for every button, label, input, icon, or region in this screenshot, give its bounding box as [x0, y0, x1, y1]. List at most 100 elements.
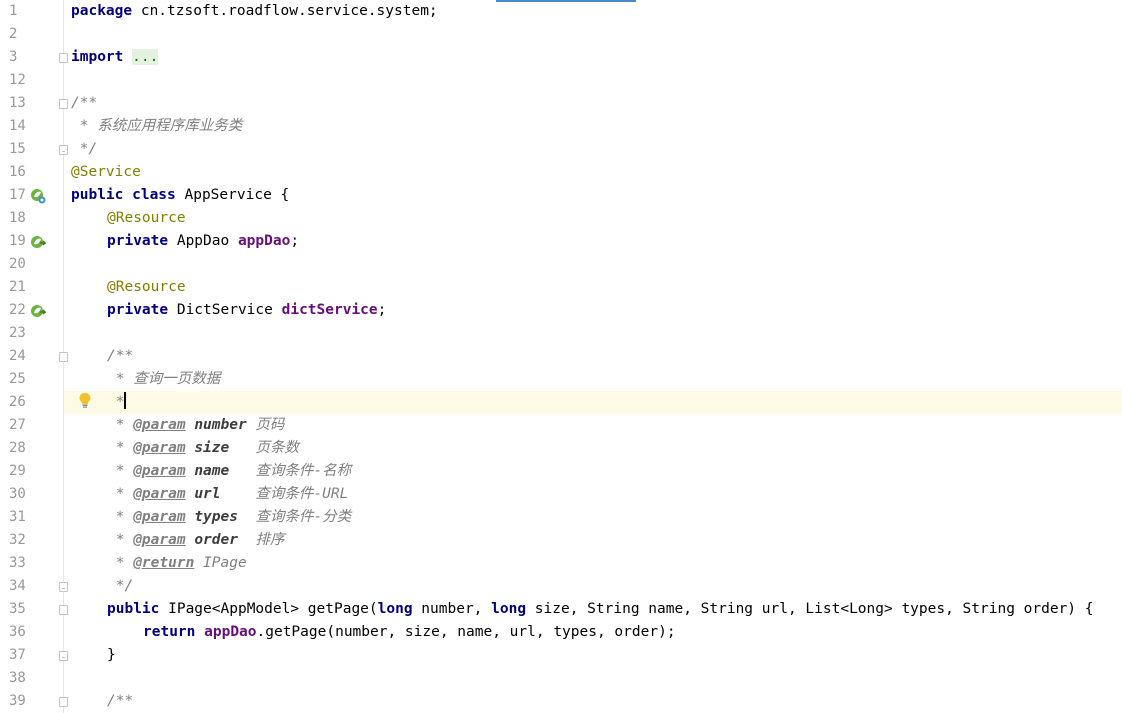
code-line[interactable]: private DictService dictService;: [107, 299, 386, 322]
param-name: types: [185, 509, 238, 525]
param-desc: 页条数: [229, 440, 299, 456]
param-name: url: [185, 486, 221, 502]
line-number: 37: [9, 647, 26, 663]
code-line[interactable]: */: [107, 575, 133, 598]
doc-tag: @param: [133, 440, 186, 456]
param-desc: 查询条件-名称: [229, 463, 352, 479]
line-number: 14: [9, 118, 26, 134]
line-number: 16: [9, 164, 26, 180]
keyword: public: [107, 601, 160, 617]
line-number: 1: [9, 3, 18, 19]
editor-gutter[interactable]: 1 2 3 12 13 14 15 16 17 18 19 20 21 22 2…: [0, 0, 68, 713]
doc-star: *: [107, 555, 134, 571]
keyword: public class: [71, 187, 176, 203]
code-editor[interactable]: 1 2 3 12 13 14 15 16 17 18 19 20 21 22 2…: [0, 0, 1122, 713]
line-number: 27: [9, 417, 26, 433]
semicolon: ;: [377, 302, 387, 318]
code-line[interactable]: package cn.tzsoft.roadflow.service.syste…: [71, 0, 438, 23]
code-line[interactable]: @Service: [71, 161, 141, 184]
line-number: 23: [9, 325, 26, 341]
code-line[interactable]: *: [107, 391, 127, 414]
method-signature: number,: [412, 601, 492, 617]
line-number: 35: [9, 601, 26, 617]
doc-star: *: [107, 417, 134, 433]
line-number: 29: [9, 463, 26, 479]
field-name: appDao: [204, 624, 257, 640]
code-line[interactable]: * @param number 页码: [107, 414, 285, 437]
code-line[interactable]: /**: [107, 690, 133, 713]
code-line[interactable]: public class AppService {: [71, 184, 289, 207]
code-line[interactable]: * @param name 查询条件-名称: [107, 460, 351, 483]
field-name: dictService: [281, 302, 378, 318]
line-number: 36: [9, 624, 26, 640]
code-line[interactable]: /**: [107, 345, 133, 368]
line-number: 26: [9, 394, 26, 410]
param-name: name: [185, 463, 230, 479]
type-name: AppDao: [168, 233, 238, 249]
keyword: private: [107, 302, 169, 318]
line-number: 24: [9, 348, 26, 364]
doc-tag: @param: [133, 417, 186, 433]
code-line[interactable]: * @param types 查询条件-分类: [107, 506, 351, 529]
doc-tag: @param: [133, 486, 186, 502]
line-number: 25: [9, 371, 26, 387]
line-number: 13: [9, 95, 26, 111]
line-number: 20: [9, 256, 26, 272]
line-number: 21: [9, 279, 26, 295]
spring-injection-icon[interactable]: [30, 234, 46, 250]
line-number: 34: [9, 578, 26, 594]
param-desc: 查询条件-URL: [220, 486, 349, 502]
keyword: long: [491, 601, 527, 617]
semicolon: ;: [290, 233, 300, 249]
code-line[interactable]: public IPage<AppModel> getPage(long numb…: [107, 598, 1094, 621]
line-number: 2: [9, 26, 18, 42]
code-line[interactable]: */: [71, 138, 97, 161]
type-name: DictService: [168, 302, 282, 318]
code-line[interactable]: /**: [71, 92, 97, 115]
code-line[interactable]: private AppDao appDao;: [107, 230, 299, 253]
class-name: AppService {: [175, 187, 290, 203]
code-line[interactable]: * 系统应用程序库业务类: [71, 115, 242, 138]
spring-injection-icon[interactable]: [30, 303, 46, 319]
code-line[interactable]: import ...: [71, 46, 159, 69]
doc-star: *: [107, 440, 134, 456]
package-name: cn.tzsoft.roadflow.service.system;: [132, 3, 438, 19]
code-area[interactable]: package cn.tzsoft.roadflow.service.syste…: [64, 0, 1122, 713]
doc-star: *: [107, 463, 134, 479]
code-line[interactable]: * 查询一页数据: [107, 368, 220, 391]
return-desc: IPage: [194, 555, 247, 571]
folded-imports[interactable]: ...: [132, 49, 159, 65]
line-number: 38: [9, 670, 26, 686]
keyword: return: [143, 624, 196, 640]
line-number: 30: [9, 486, 26, 502]
code-line[interactable]: @Resource: [107, 207, 186, 230]
keyword: package: [71, 3, 133, 19]
line-number: 32: [9, 532, 26, 548]
code-line[interactable]: * @return IPage: [107, 552, 247, 575]
code-line[interactable]: return appDao.getPage(number, size, name…: [143, 621, 676, 644]
method-call: .getPage(number, size, name, url, types,…: [256, 624, 676, 640]
line-number: 39: [9, 693, 26, 709]
line-number: 19: [9, 233, 26, 249]
code-line[interactable]: }: [107, 644, 116, 667]
keyword: private: [107, 233, 169, 249]
param-name: size: [185, 440, 230, 456]
param-desc: 页码: [246, 417, 285, 433]
method-signature: size, String name, String url, List<Long…: [526, 601, 1094, 617]
spring-bean-class-icon[interactable]: [30, 188, 46, 204]
line-number: 15: [9, 141, 26, 157]
keyword: long: [377, 601, 413, 617]
code-line[interactable]: * @param url 查询条件-URL: [107, 483, 349, 506]
doc-star: *: [107, 509, 134, 525]
doc-tag: @return: [133, 555, 195, 571]
param-name: number: [185, 417, 247, 433]
line-number: 17: [9, 187, 26, 203]
param-desc: 排序: [237, 532, 285, 548]
param-desc: 查询条件-分类: [237, 509, 352, 525]
text-caret: [124, 392, 127, 409]
code-line[interactable]: * @param size 页条数: [107, 437, 299, 460]
doc-tag: @param: [133, 509, 186, 525]
code-line[interactable]: * @param order 排序: [107, 529, 285, 552]
line-number: 18: [9, 210, 26, 226]
code-line[interactable]: @Resource: [107, 276, 186, 299]
